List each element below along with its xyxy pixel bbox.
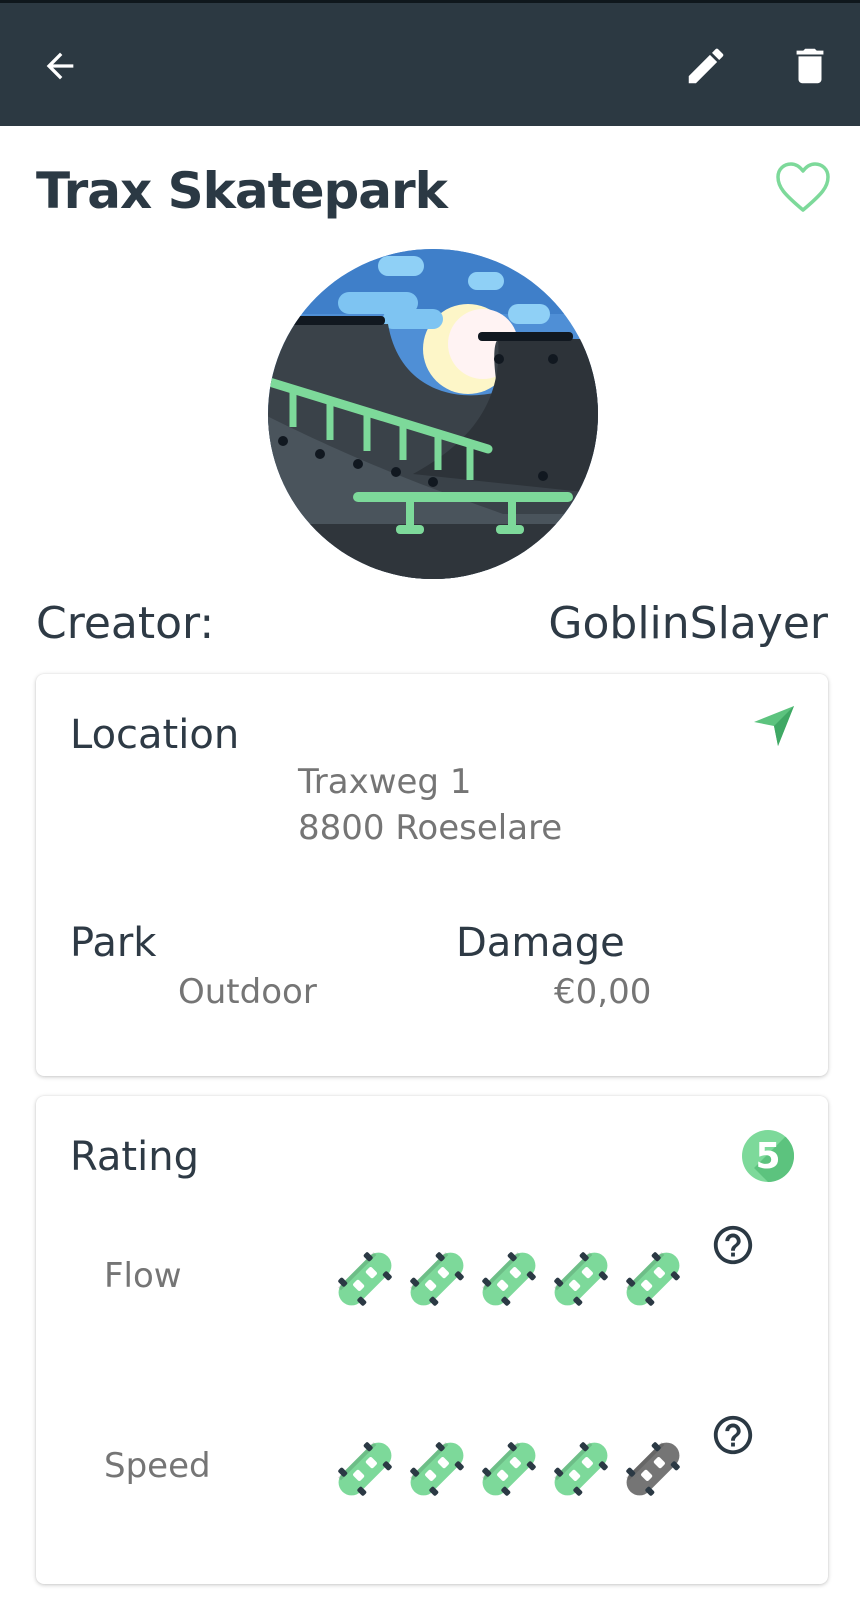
creator-name[interactable]: GoblinSlayer [548, 598, 828, 649]
speed-rating [330, 1434, 688, 1504]
skateboard-icon[interactable] [618, 1244, 688, 1314]
navigate-button[interactable] [752, 704, 796, 748]
skateboard-icon[interactable] [402, 1244, 472, 1314]
navigation-arrow-icon [754, 706, 794, 746]
damage-label: Damage [456, 920, 625, 966]
flow-label: Flow [104, 1256, 182, 1296]
skateboard-icon[interactable] [402, 1434, 472, 1504]
speed-label: Speed [104, 1446, 211, 1486]
park-type-label: Park [70, 920, 157, 966]
skateboard-icon[interactable] [474, 1244, 544, 1314]
skateboard-icon[interactable] [330, 1434, 400, 1504]
heart-outline-icon [776, 162, 830, 212]
address-line-2: 8800 Roeselare [298, 808, 563, 848]
skateboard-icon[interactable] [474, 1434, 544, 1504]
back-button[interactable] [30, 36, 90, 96]
pencil-icon [688, 48, 724, 84]
help-circle-icon [713, 1225, 753, 1265]
skateboard-icon[interactable] [546, 1244, 616, 1314]
delete-button[interactable] [780, 36, 840, 96]
location-card: Location Traxweg 1 8800 Roeselare Park D… [36, 674, 828, 1076]
edit-button[interactable] [676, 36, 736, 96]
skateboard-icon[interactable] [546, 1434, 616, 1504]
location-heading: Location [70, 712, 240, 758]
skateboard-icon[interactable] [330, 1244, 400, 1314]
rating-badge: 5 [742, 1130, 794, 1182]
flow-help-button[interactable] [710, 1222, 756, 1268]
address-line-1: Traxweg 1 [298, 762, 472, 802]
skatepark-illustration [268, 249, 598, 579]
trash-icon [796, 48, 824, 84]
rating-card: Rating 5 Flow Speed [36, 1096, 828, 1584]
favorite-button[interactable] [774, 160, 832, 214]
help-circle-icon [713, 1415, 753, 1455]
flow-rating [330, 1244, 688, 1314]
page-title: Trax Skatepark [36, 162, 448, 220]
park-type-value: Outdoor [178, 972, 317, 1012]
skateboard-icon[interactable] [618, 1434, 688, 1504]
app-bar [0, 0, 860, 126]
speed-help-button[interactable] [710, 1412, 756, 1458]
creator-label: Creator: [36, 598, 215, 649]
damage-value: €0,00 [554, 972, 652, 1012]
arrow-left-icon [46, 52, 74, 80]
rating-heading: Rating [70, 1134, 199, 1180]
